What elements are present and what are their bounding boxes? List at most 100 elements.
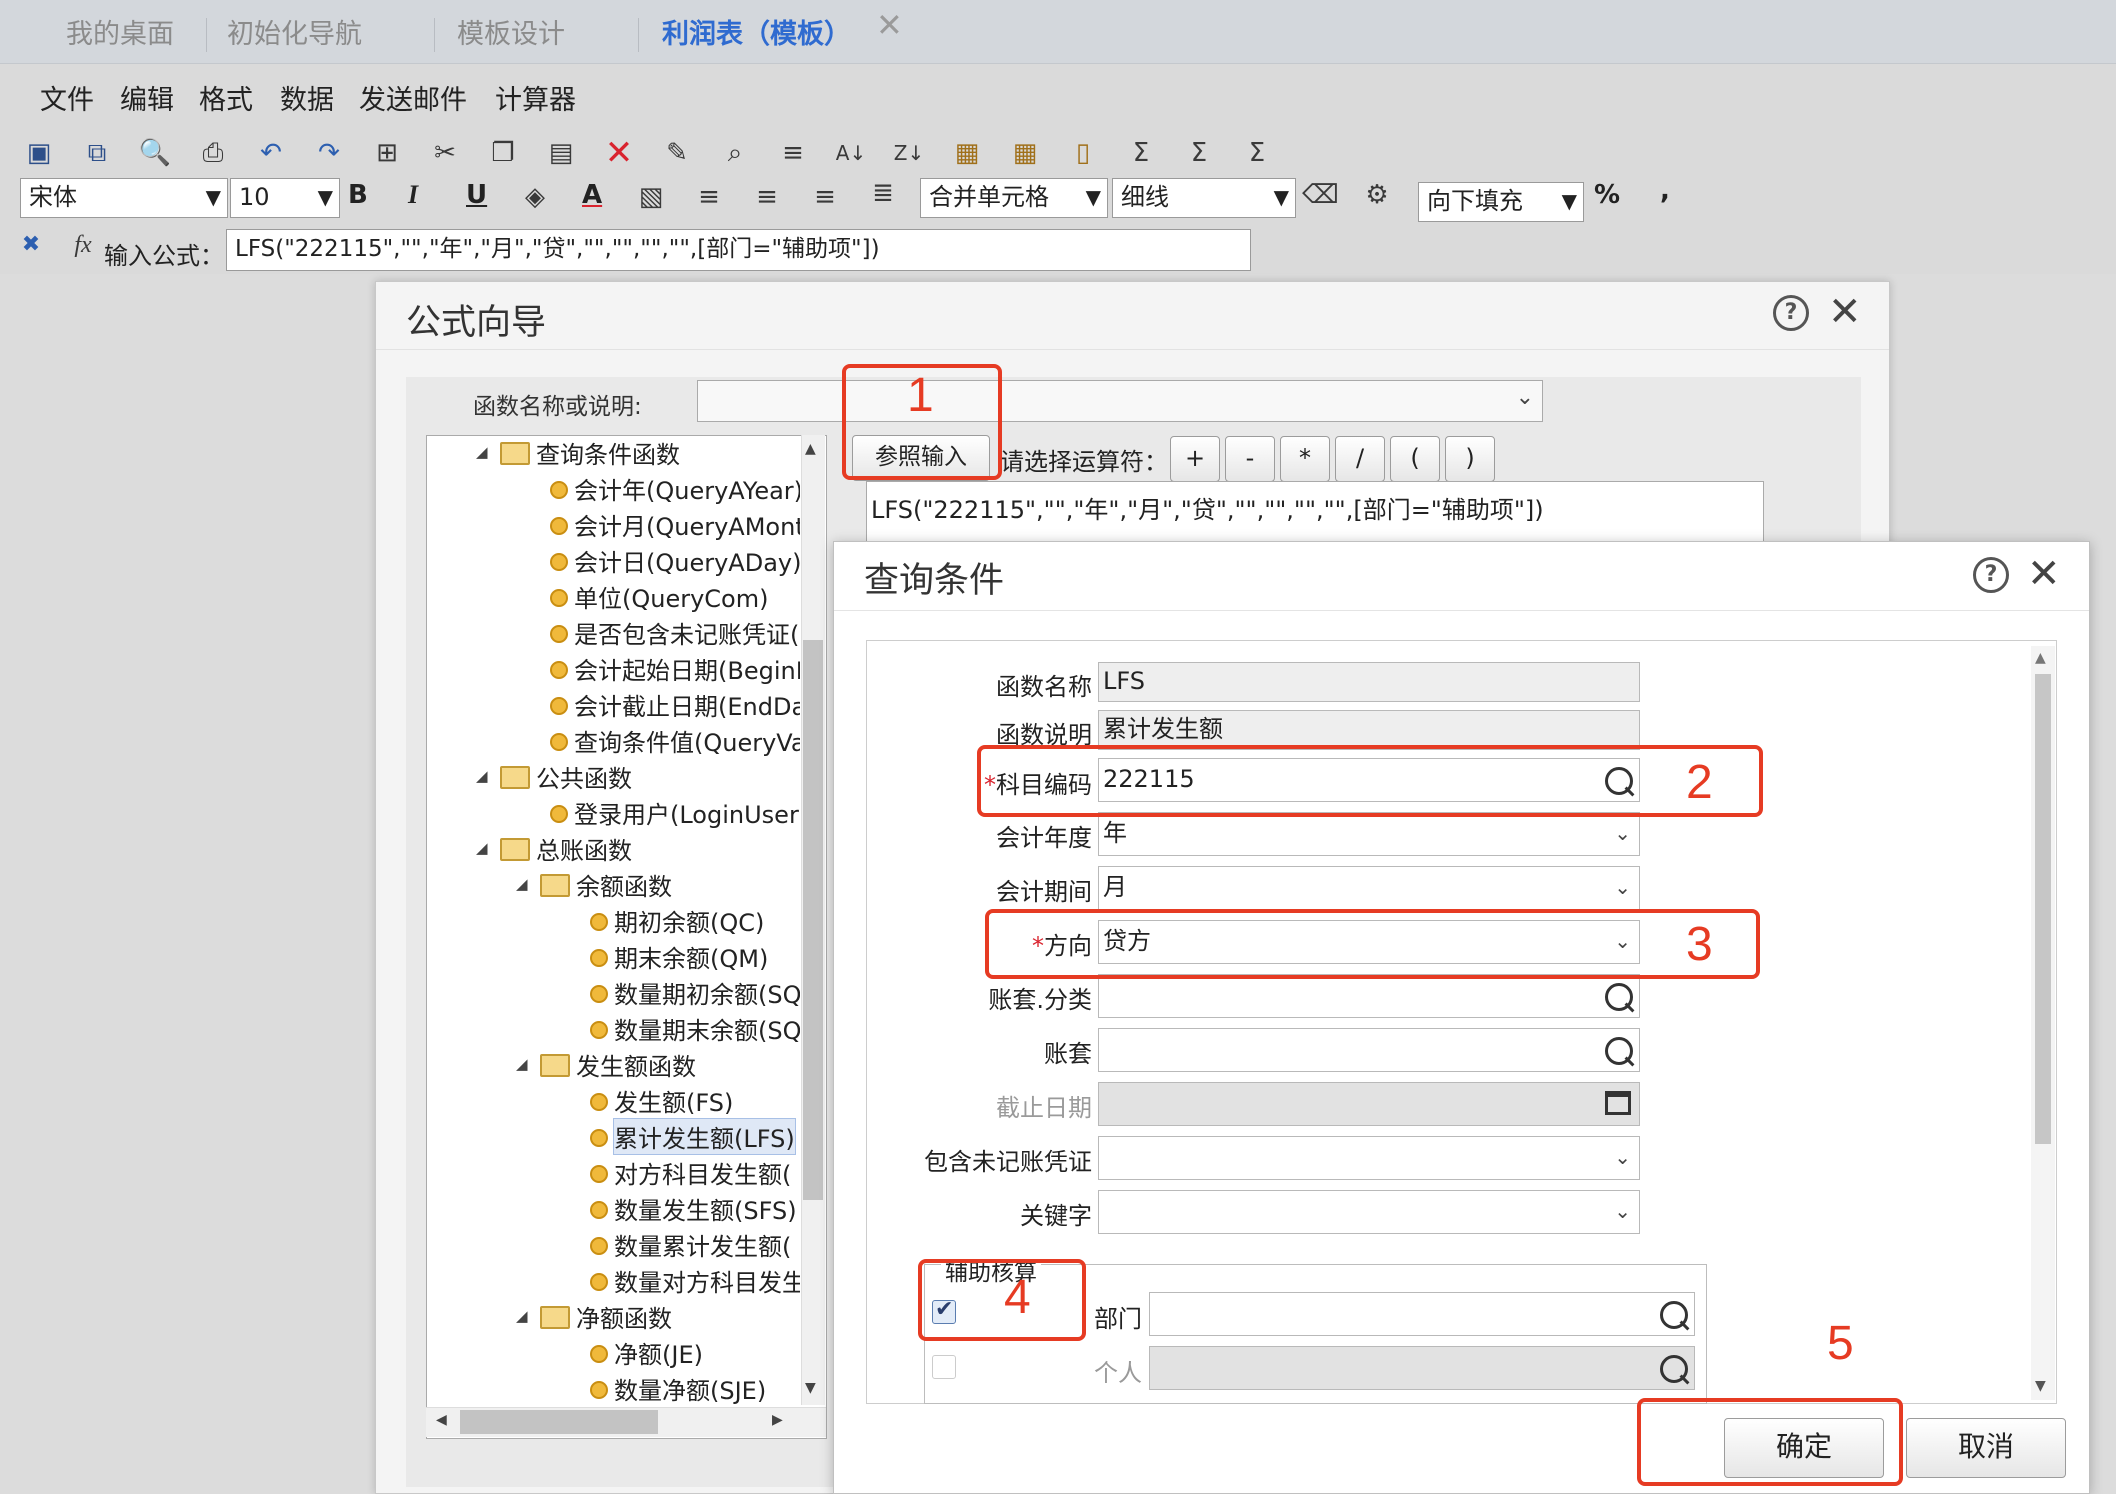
year-value: 年 bbox=[1103, 819, 1127, 847]
tree-leaf-node[interactable]: 数量发生额(SFS) bbox=[614, 1191, 797, 1226]
tree-leaf-node[interactable]: 数量期末余额(SQ bbox=[614, 1011, 800, 1046]
tree-folder-node[interactable]: 发生额函数 bbox=[576, 1047, 696, 1082]
tree-leaf-node[interactable]: 查询条件值(QueryVa bbox=[574, 723, 800, 758]
dept-field[interactable] bbox=[1149, 1292, 1695, 1336]
tree-folder-node[interactable]: 公共函数 bbox=[536, 759, 632, 794]
function-leaf-icon bbox=[550, 589, 568, 607]
scroll-up-icon[interactable]: ▲ bbox=[2035, 650, 2046, 666]
operator-rparen-button[interactable]: ) bbox=[1445, 436, 1495, 482]
cancel-button[interactable]: 取消 bbox=[1906, 1418, 2066, 1478]
book-label: 账套 bbox=[1044, 1040, 1092, 1068]
tree-leaf-node[interactable]: 数量期初余额(SQ bbox=[614, 975, 800, 1010]
tree-expand-icon[interactable]: ◢ bbox=[476, 839, 488, 857]
tree-leaf-node[interactable]: 登录用户(LoginUser bbox=[574, 795, 799, 830]
border-line-select[interactable]: 细线 ▼ bbox=[1112, 178, 1296, 218]
close-icon[interactable]: ✕ bbox=[2027, 554, 2061, 594]
tree-expand-icon[interactable]: ◢ bbox=[516, 1055, 528, 1073]
tree-leaf-node[interactable]: 对方科目发生额( bbox=[614, 1155, 791, 1190]
operator-minus-button[interactable]: - bbox=[1225, 436, 1275, 482]
tree-leaf-node[interactable]: 数量净额(SJE) bbox=[614, 1371, 766, 1405]
tree-leaf-node[interactable]: 期末余额(QM) bbox=[614, 939, 768, 974]
tree-leaf-node[interactable]: 净额(JE) bbox=[614, 1335, 703, 1370]
percent-button[interactable]: % bbox=[1594, 180, 1620, 210]
calendar-icon[interactable] bbox=[1605, 1091, 1631, 1115]
tree-leaf-node[interactable]: 期初余额(QC) bbox=[614, 903, 764, 938]
merge-cells-value: 合并单元格 bbox=[929, 183, 1049, 211]
align-right-icon[interactable]: ≡ bbox=[808, 180, 842, 214]
search-icon[interactable] bbox=[1605, 983, 1633, 1011]
sort-asc-icon[interactable]: A↓ bbox=[834, 136, 868, 170]
func-search-select[interactable]: ⌄ bbox=[697, 380, 1543, 422]
chevron-down-icon: ▼ bbox=[1085, 185, 1101, 209]
keyword-select[interactable]: ⌄ bbox=[1098, 1190, 1640, 1234]
eraser-icon[interactable]: ⌫ bbox=[1302, 178, 1339, 212]
tree-leaf-node[interactable]: 会计年(QueryAYear) bbox=[574, 471, 800, 506]
function-leaf-icon bbox=[590, 913, 608, 931]
scroll-left-icon[interactable]: ◀ bbox=[436, 1412, 447, 1428]
tree-expand-icon[interactable]: ◢ bbox=[516, 875, 528, 893]
operator-divide-button[interactable]: / bbox=[1335, 436, 1385, 482]
scroll-up-icon[interactable]: ▲ bbox=[805, 441, 816, 457]
tree-leaf-node[interactable]: 会计起始日期(BeginI bbox=[574, 651, 800, 686]
wrap-text-icon[interactable]: ≣ bbox=[866, 176, 900, 210]
function-leaf-icon bbox=[590, 949, 608, 967]
tree-folder-node[interactable]: 余额函数 bbox=[576, 867, 672, 902]
chevron-down-icon: ⌄ bbox=[1614, 875, 1631, 899]
period-select[interactable]: 月 ⌄ bbox=[1098, 866, 1640, 910]
operator-plus-button[interactable]: + bbox=[1170, 436, 1220, 482]
tree-leaf-node[interactable]: 会计截止日期(EndDa bbox=[574, 687, 800, 722]
scroll-right-icon[interactable]: ▶ bbox=[772, 1412, 783, 1428]
clipboard-paste-icon[interactable]: ▦ bbox=[1008, 136, 1042, 170]
include-unposted-select[interactable]: ⌄ bbox=[1098, 1136, 1640, 1180]
operator-multiply-button[interactable]: * bbox=[1280, 436, 1330, 482]
annotation-number-3: 3 bbox=[1686, 918, 1713, 971]
tree-leaf-node[interactable]: 数量累计发生额( bbox=[614, 1227, 791, 1262]
tree-scroll-thumb[interactable] bbox=[803, 640, 823, 1200]
tree-folder-node[interactable]: 查询条件函数 bbox=[536, 435, 680, 470]
sort-desc-icon[interactable]: Z↓ bbox=[892, 136, 926, 170]
fill-down-select[interactable]: 向下填充 ▼ bbox=[1418, 182, 1584, 222]
tree-expand-icon[interactable]: ◢ bbox=[476, 443, 488, 461]
tree-expand-icon[interactable]: ◢ bbox=[516, 1307, 528, 1325]
scroll-down-icon[interactable]: ▼ bbox=[805, 1380, 816, 1396]
sum-col-icon[interactable]: Σ bbox=[1240, 136, 1274, 170]
operator-lparen-button[interactable]: ( bbox=[1390, 436, 1440, 482]
sum-row-icon[interactable]: Σ bbox=[1182, 136, 1216, 170]
help-icon[interactable]: ? bbox=[1773, 295, 1809, 331]
scroll-down-icon[interactable]: ▼ bbox=[2035, 1378, 2046, 1394]
tree-hscroll-thumb[interactable] bbox=[460, 1410, 658, 1434]
tree-leaf-node[interactable]: 数量对方科目发生 bbox=[614, 1263, 800, 1298]
annotation-number-2: 2 bbox=[1686, 756, 1713, 809]
tree-leaf-node[interactable]: 会计日(QueryADay) bbox=[574, 543, 800, 578]
tree-leaf-node[interactable]: 是否包含未记账凭证( bbox=[574, 615, 799, 650]
func-name-label: 函数名称 bbox=[996, 673, 1092, 701]
close-icon[interactable]: ✕ bbox=[1828, 292, 1862, 332]
function-leaf-icon bbox=[590, 1021, 608, 1039]
query-title: 查询条件 bbox=[864, 561, 1005, 601]
book-field[interactable] bbox=[1098, 1028, 1640, 1072]
function-leaf-icon bbox=[590, 1165, 608, 1183]
period-label: 会计期间 bbox=[996, 878, 1092, 906]
search-icon[interactable] bbox=[1660, 1301, 1688, 1329]
tab-close-icon[interactable]: ✕ bbox=[876, 6, 903, 44]
tree-leaf-node[interactable]: 累计发生额(LFS) bbox=[613, 1118, 796, 1155]
cell-settings-icon[interactable]: ⚙ bbox=[1360, 178, 1394, 212]
help-icon[interactable]: ? bbox=[1973, 557, 2009, 593]
tree-expand-icon[interactable]: ◢ bbox=[476, 767, 488, 785]
tree-folder-node[interactable]: 净额函数 bbox=[576, 1299, 672, 1334]
clipboard-icon[interactable]: ▦ bbox=[950, 136, 984, 170]
merge-cells-select[interactable]: 合并单元格 ▼ bbox=[920, 178, 1108, 218]
document-icon[interactable]: ▯ bbox=[1066, 136, 1100, 170]
sum-icon[interactable]: Σ bbox=[1124, 136, 1158, 170]
person-checkbox[interactable] bbox=[932, 1355, 956, 1379]
year-select[interactable]: 年 ⌄ bbox=[1098, 812, 1640, 856]
tree-leaf-node[interactable]: 会计月(QueryAMont bbox=[574, 507, 800, 542]
tree-leaf-node[interactable]: 发生额(FS) bbox=[614, 1083, 733, 1118]
book-category-field[interactable] bbox=[1098, 974, 1640, 1018]
form-scroll-thumb[interactable] bbox=[2035, 674, 2051, 1144]
function-leaf-icon bbox=[550, 697, 568, 715]
tree-folder-node[interactable]: 总账函数 bbox=[536, 831, 632, 866]
thousands-button[interactable]: , bbox=[1660, 176, 1670, 206]
tree-leaf-node[interactable]: 单位(QueryCom) bbox=[574, 579, 768, 614]
search-icon[interactable] bbox=[1605, 1037, 1633, 1065]
